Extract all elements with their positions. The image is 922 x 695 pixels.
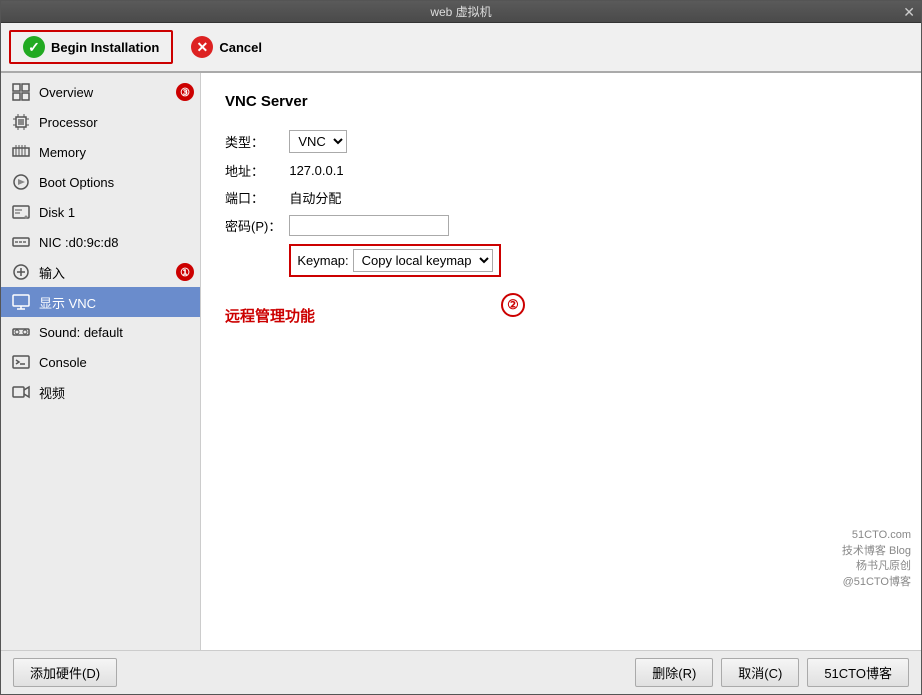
cancel-button[interactable]: ✕ Cancel xyxy=(177,30,276,64)
sidebar-item-label: Processor xyxy=(39,115,98,130)
titlebar: web 虚拟机 ✕ xyxy=(1,1,921,23)
window-title: web 虚拟机 xyxy=(430,3,491,20)
sidebar-item-processor[interactable]: Processor xyxy=(1,107,200,137)
port-row: 端口： 自动分配 xyxy=(225,184,501,211)
type-value: VNC xyxy=(289,126,500,157)
apply-button[interactable]: 51CTO博客 xyxy=(807,658,909,687)
sidebar-item-input[interactable]: 输入 ① xyxy=(1,257,200,287)
watermark-name: 杨书凡原创 xyxy=(842,559,911,574)
sidebar-item-label: Boot Options xyxy=(39,175,114,190)
keymap-row: Keymap: Copy local keymap xyxy=(225,240,501,281)
type-select[interactable]: VNC xyxy=(289,130,347,153)
type-row: 类型： VNC xyxy=(225,126,501,157)
console-icon xyxy=(11,352,31,372)
add-hardware-button[interactable]: 添加硬件(D) xyxy=(13,658,117,687)
badge2-container: ② xyxy=(501,293,525,317)
footer: 添加硬件(D) 删除(R) 取消(C) 51CTO博客 xyxy=(1,650,921,694)
port-label: 端口： xyxy=(225,184,289,211)
begin-installation-label: Begin Installation xyxy=(51,40,159,55)
sidebar: Overview ③ xyxy=(1,73,201,650)
input-icon xyxy=(11,262,31,282)
sidebar-item-console[interactable]: Console xyxy=(1,347,200,377)
sidebar-item-label: NIC :d0:9c:d8 xyxy=(39,235,119,250)
processor-icon xyxy=(11,112,31,132)
form-table: 类型： VNC 地址： 127.0.0.1 端口： 自动分配 xyxy=(225,126,501,281)
sidebar-item-video[interactable]: 视频 xyxy=(1,377,200,407)
video-icon xyxy=(11,382,31,402)
sound-icon xyxy=(11,322,31,342)
x-icon: ✕ xyxy=(191,36,213,58)
keymap-select[interactable]: Copy local keymap xyxy=(353,249,493,272)
address-value: 127.0.0.1 xyxy=(289,157,500,184)
footer-right: 删除(R) 取消(C) 51CTO博客 xyxy=(635,658,909,687)
sidebar-item-label: Overview xyxy=(39,85,93,100)
sidebar-item-disk1[interactable]: Disk 1 xyxy=(1,197,200,227)
type-label: 类型： xyxy=(225,126,289,157)
footer-left: 添加硬件(D) xyxy=(13,658,117,687)
sidebar-item-label: Disk 1 xyxy=(39,205,75,220)
address-row: 地址： 127.0.0.1 xyxy=(225,157,501,184)
sidebar-item-nic[interactable]: NIC :d0:9c:d8 xyxy=(1,227,200,257)
memory-icon xyxy=(11,142,31,162)
begin-installation-button[interactable]: ✓ Begin Installation xyxy=(9,30,173,64)
password-value xyxy=(289,211,500,240)
sidebar-item-sound[interactable]: Sound: default xyxy=(1,317,200,347)
sidebar-item-display-vnc[interactable]: 显示 VNC xyxy=(1,287,200,317)
display-vnc-icon xyxy=(11,292,31,312)
sidebar-item-label: Sound: default xyxy=(39,325,123,340)
close-icon[interactable]: ✕ xyxy=(903,4,915,21)
badge2: ② xyxy=(501,293,525,317)
watermark-site: 51CTO.com xyxy=(842,528,911,543)
toolbar: ✓ Begin Installation ✕ Cancel xyxy=(1,23,921,73)
content-area: VNC Server 类型： VNC 地址： 127.0.0.1 端口： xyxy=(201,73,921,650)
sidebar-item-label: Memory xyxy=(39,145,86,160)
cancel-label: Cancel xyxy=(219,40,262,55)
footer-cancel-button[interactable]: 取消(C) xyxy=(721,658,799,687)
check-icon: ✓ xyxy=(23,36,45,58)
sidebar-item-label: 输入 xyxy=(39,263,65,282)
sidebar-item-label: Console xyxy=(39,355,87,370)
section-title: VNC Server xyxy=(225,93,897,110)
main-content: Overview ③ xyxy=(1,73,921,650)
keymap-box: Keymap: Copy local keymap xyxy=(289,244,500,277)
main-window: web 虚拟机 ✕ ✓ Begin Installation ✕ Cancel xyxy=(0,0,922,695)
password-input[interactable] xyxy=(289,215,449,236)
keymap-value: Keymap: Copy local keymap xyxy=(289,240,500,281)
overview-badge: ③ xyxy=(176,83,194,101)
input-badge: ① xyxy=(176,263,194,281)
remote-label: 远程管理功能 xyxy=(225,305,897,326)
watermark-handle: @51CTO博客 xyxy=(842,575,911,590)
nic-icon xyxy=(11,232,31,252)
sidebar-item-label: 视频 xyxy=(39,383,65,402)
sidebar-item-memory[interactable]: Memory xyxy=(1,137,200,167)
overview-icon xyxy=(11,82,31,102)
watermark-blog: 技术博客 Blog xyxy=(842,544,911,559)
keymap-outer-label xyxy=(225,240,289,281)
keymap-label: Keymap: xyxy=(297,253,348,268)
address-label: 地址： xyxy=(225,157,289,184)
password-row: 密码(P)： xyxy=(225,211,501,240)
sidebar-item-boot-options[interactable]: Boot Options xyxy=(1,167,200,197)
disk1-icon xyxy=(11,202,31,222)
port-value: 自动分配 xyxy=(289,184,500,211)
sidebar-item-overview[interactable]: Overview ③ xyxy=(1,77,200,107)
watermark: 51CTO.com 技术博客 Blog 杨书凡原创 @51CTO博客 xyxy=(842,528,911,590)
boot-options-icon xyxy=(11,172,31,192)
password-label: 密码(P)： xyxy=(225,211,289,240)
sidebar-item-label: 显示 VNC xyxy=(39,293,96,312)
delete-button[interactable]: 删除(R) xyxy=(635,658,713,687)
